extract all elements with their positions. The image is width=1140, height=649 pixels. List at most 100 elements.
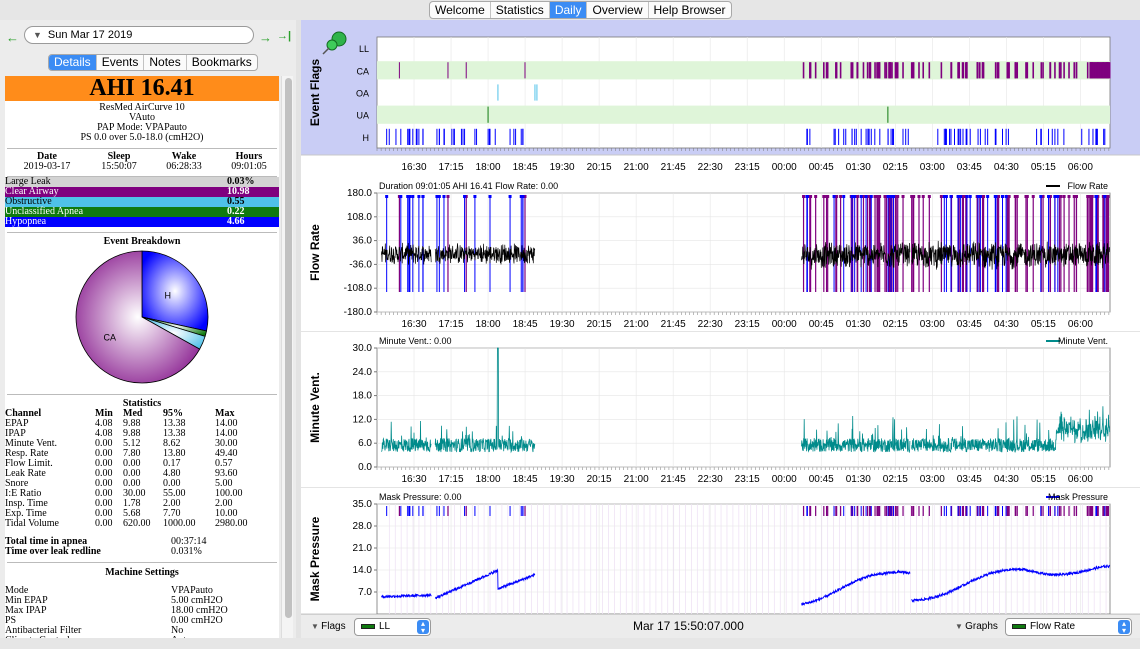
flag-row-label: H xyxy=(363,133,370,143)
x-tick-label: 18:45 xyxy=(513,162,538,173)
dropdown-triangle-icon: ▼ xyxy=(33,30,42,40)
tab-help-browser[interactable]: Help Browser xyxy=(649,2,731,18)
event-flag-dot xyxy=(901,195,905,198)
top-bar: Welcome Statistics Daily Overview Help B… xyxy=(0,0,1140,20)
mv-legend-label: Minute Vent. xyxy=(1058,336,1108,346)
x-tick-label: 01:30 xyxy=(846,474,871,485)
session-wake: 06:28:33 xyxy=(166,161,202,172)
event-flag-dot xyxy=(886,195,890,198)
event-flag-dot xyxy=(442,195,446,198)
left-panel: ← ▼ Sun Mar 17 2019 → →| Details Events N… xyxy=(0,20,296,649)
date-selector[interactable]: ▼ Sun Mar 17 2019 xyxy=(24,26,254,44)
tab-events[interactable]: Events xyxy=(97,55,145,70)
session-hours: 09:01:05 xyxy=(231,161,267,172)
event-flag-dot xyxy=(956,195,960,198)
last-day-arrow-icon[interactable]: →| xyxy=(277,30,291,42)
graphs-panel: Event Flags Flow Rate Minute Vent. Mask Pre… xyxy=(301,20,1140,649)
mp-plot-area xyxy=(376,503,1111,615)
flag-row-band xyxy=(377,105,1110,124)
flags-select-value: LL xyxy=(379,621,391,632)
graphs-select[interactable]: Flow Rate ▴ ▾ xyxy=(1005,618,1132,636)
flags-select[interactable]: LL ▴ ▾ xyxy=(354,618,431,636)
pie-label: H xyxy=(164,291,171,301)
session-date: 2019-03-17 xyxy=(23,161,71,172)
session-values-row: 2019-03-17 15:50:07 06:28:33 09:01:05 xyxy=(5,162,279,172)
mv-graph-title: Minute Vent. xyxy=(308,372,322,443)
event-flag-dot xyxy=(864,195,868,198)
event-flag-dot xyxy=(1106,195,1110,198)
x-tick-label: 17:15 xyxy=(439,474,464,485)
x-tick-label: 06:00 xyxy=(1068,319,1093,330)
event-flag-dot xyxy=(521,195,525,198)
x-tick-label: 04:30 xyxy=(994,474,1019,485)
event-flag-dot xyxy=(842,195,846,198)
y-tick-label: 24.0 xyxy=(353,367,373,378)
y-tick-label: 12.0 xyxy=(353,414,373,425)
x-tick-label: 02:15 xyxy=(883,474,908,485)
x-tick-label: 21:45 xyxy=(661,319,686,330)
event-flag-dot xyxy=(1031,195,1035,198)
flag-row-label: UA xyxy=(356,111,369,121)
x-tick-label: 21:00 xyxy=(624,162,649,173)
stats-cell: 620.00 xyxy=(123,518,151,529)
stats-header-row: Channel Min Med 95% Max xyxy=(5,409,279,419)
tab-details[interactable]: Details xyxy=(49,55,97,70)
graphs-label-wrap: ▼ Graphs xyxy=(955,621,998,632)
graphs-label: Graphs xyxy=(965,621,998,632)
tab-overview[interactable]: Overview xyxy=(587,2,649,18)
x-tick-label: 00:45 xyxy=(809,474,834,485)
next-day-arrow-icon[interactable]: → xyxy=(259,30,272,45)
x-tick-label: 17:15 xyxy=(439,319,464,330)
scrollbar-thumb[interactable] xyxy=(285,78,292,618)
graphs-select-value: Flow Rate xyxy=(1030,621,1076,632)
leak-redline-label: Time over leak redline xyxy=(5,546,101,557)
graph-controls-bar: ▼ Flags LL ▴ ▾ Mar 17 15:50:07.000 ▼ Graph… xyxy=(301,614,1140,638)
flags-plot-area xyxy=(376,36,1111,149)
y-tick-label: 30.0 xyxy=(353,343,373,354)
event-flag-dot xyxy=(399,195,403,198)
breakdown-title: Event Breakdown xyxy=(103,236,181,247)
stats-cell: 1000.00 xyxy=(163,518,196,529)
event-flag-dot xyxy=(942,195,946,198)
x-tick-label: 02:15 xyxy=(883,319,908,330)
setting-row: Max IPAP 18.00 cmH2O xyxy=(5,606,279,616)
event-row-hypopnea[interactable]: Hypopnea 4.66 xyxy=(5,217,279,227)
flag-row-label: LL xyxy=(359,44,369,54)
event-flag-dot xyxy=(385,195,389,198)
details-scrollbar[interactable] xyxy=(281,76,293,649)
y-tick-label: 108.0 xyxy=(347,212,372,223)
flag-row-label: CA xyxy=(356,66,369,76)
event-flag-dot xyxy=(876,195,880,198)
flow-rate-swatch-icon xyxy=(1012,623,1026,629)
x-tick-label: 00:45 xyxy=(809,162,834,173)
x-tick-label: 18:45 xyxy=(513,319,538,330)
x-tick-label: 00:45 xyxy=(809,319,834,330)
tab-daily[interactable]: Daily xyxy=(549,2,588,18)
date-value: Sun Mar 17 2019 xyxy=(47,29,133,41)
event-flag-dot xyxy=(1047,195,1051,198)
x-tick-label: 19:30 xyxy=(550,162,575,173)
event-flag-dot xyxy=(949,195,953,198)
event-flag-dot xyxy=(927,195,931,198)
tab-notes[interactable]: Notes xyxy=(144,55,187,70)
event-flag-dot xyxy=(446,195,450,198)
x-tick-label: 18:00 xyxy=(476,162,501,173)
stats-row: Leak Rate 0.00 0.00 4.80 93.60 xyxy=(5,469,279,479)
event-flag-dot xyxy=(853,195,857,198)
statistics-title: Statistics xyxy=(122,398,162,409)
mp-legend-label: Mask Pressure xyxy=(1048,492,1108,502)
prev-day-arrow-icon[interactable]: ← xyxy=(6,30,19,45)
x-tick-label: 23:15 xyxy=(735,474,760,485)
x-tick-label: 18:45 xyxy=(513,474,538,485)
tab-statistics[interactable]: Statistics xyxy=(491,2,550,18)
tab-bookmarks[interactable]: Bookmarks xyxy=(187,55,257,70)
flags-triangle-icon: ▼ xyxy=(311,622,322,631)
tab-welcome[interactable]: Welcome xyxy=(430,2,491,18)
y-tick-label: 14.0 xyxy=(353,565,373,576)
event-flag-dot xyxy=(1090,195,1094,198)
event-flag-dot xyxy=(892,195,896,198)
event-flag-dot xyxy=(1039,195,1043,198)
event-flag-dot xyxy=(917,195,921,198)
x-tick-label: 03:00 xyxy=(920,162,945,173)
x-tick-label: 05:15 xyxy=(1031,162,1056,173)
